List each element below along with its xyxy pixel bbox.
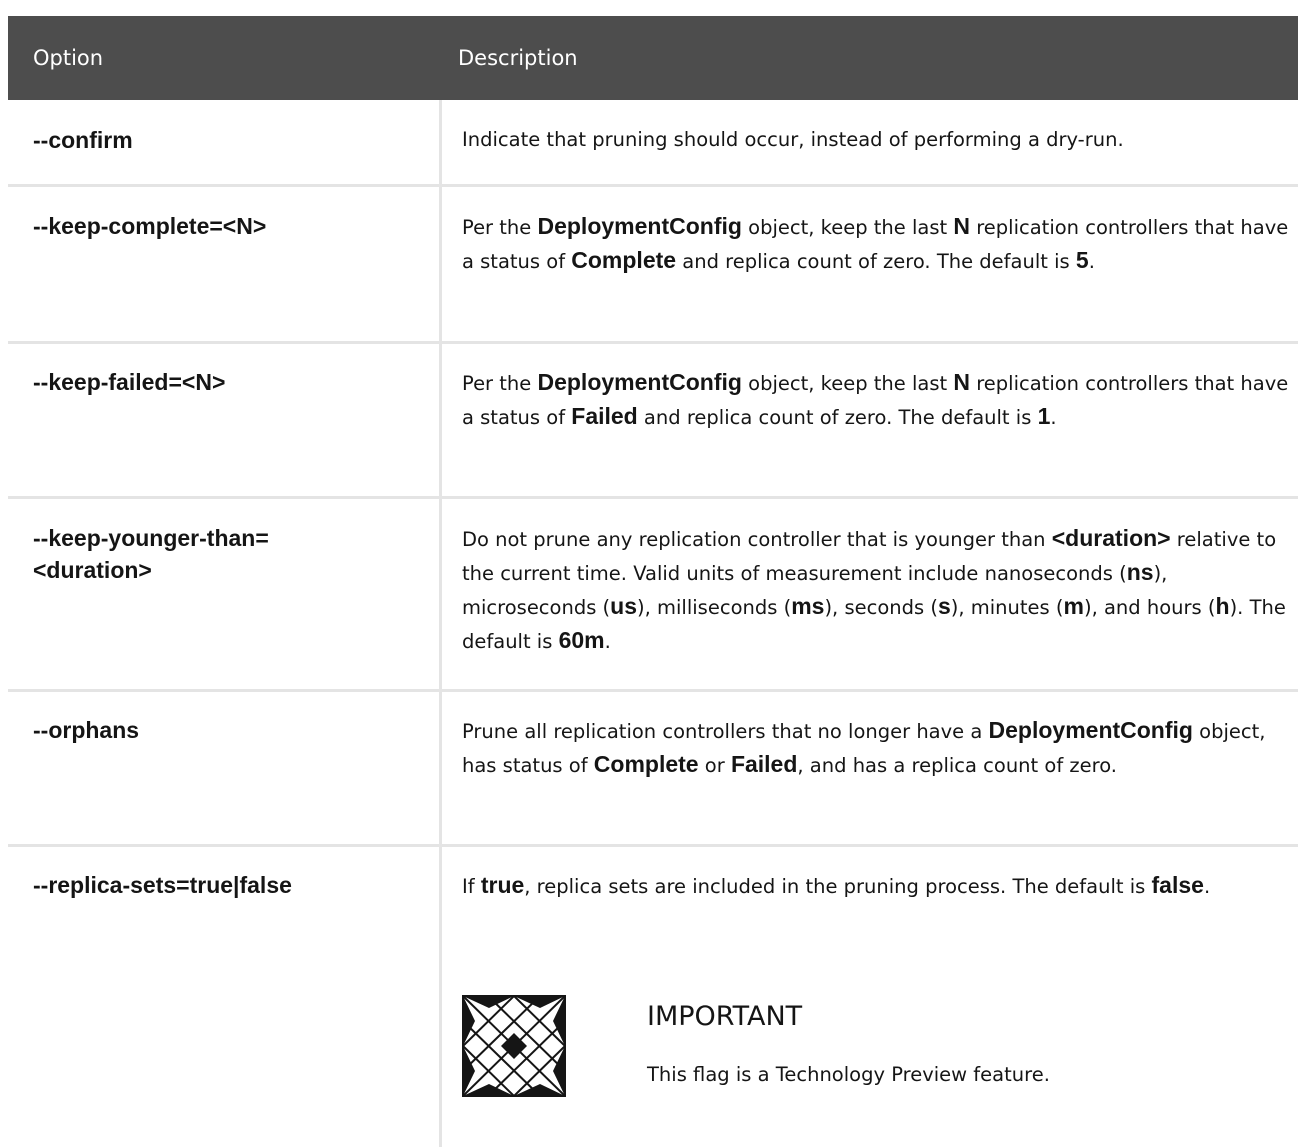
bold-term: 1: [1037, 403, 1051, 429]
description-cell: Indicate that pruning should occur, inst…: [462, 124, 1298, 156]
bold-term: h: [1215, 593, 1230, 619]
column-divider: [439, 499, 442, 689]
description-text: Indicate that pruning should occur, inst…: [462, 128, 1124, 151]
description-text: ), and hours (: [1083, 596, 1216, 619]
description-text: and replica count of zero. The default i…: [676, 250, 1076, 273]
bold-term: m: [1063, 593, 1084, 619]
bold-term: Complete: [571, 247, 677, 273]
bold-term: Complete: [593, 751, 699, 777]
bold-term: ms: [791, 593, 825, 619]
description-text: Per the: [462, 216, 538, 239]
option-cell: --replica-sets=true|false: [33, 872, 292, 898]
description-text: and replica count of zero. The default i…: [637, 406, 1038, 429]
bold-term: 60m: [558, 627, 605, 653]
table-row: --orphans Prune all replication controll…: [8, 692, 1298, 847]
description-cell: If true, replica sets are included in th…: [462, 869, 1298, 903]
description-cell: Per the DeploymentConfig object, keep th…: [462, 366, 1298, 434]
description-text: Prune all replication controllers that n…: [462, 720, 989, 743]
option-cell: --keep-younger-than=<duration>: [33, 525, 269, 583]
option-cell: --keep-failed=<N>: [33, 369, 226, 395]
description-text: .: [604, 630, 611, 653]
description-text: ), seconds (: [824, 596, 938, 619]
admonition-text: This flag is a Technology Preview featur…: [647, 1063, 1050, 1086]
bold-term: us: [610, 593, 638, 619]
description-text: Per the: [462, 372, 538, 395]
bold-term: true: [480, 872, 525, 898]
bold-term: Failed: [571, 403, 638, 429]
description-text: ), minutes (: [950, 596, 1064, 619]
table-row: --confirm Indicate that pruning should o…: [8, 100, 1298, 187]
table-row: --replica-sets=true|false If true, repli…: [8, 847, 1298, 1147]
bold-term: N: [953, 213, 970, 239]
option-cell: --confirm: [33, 127, 133, 153]
description-text: .: [1203, 875, 1211, 898]
bold-term: s: [937, 593, 951, 619]
description-text: Do not prune any replication controller …: [462, 528, 1052, 551]
bold-term: DeploymentConfig: [537, 213, 742, 239]
table-row: --keep-failed=<N> Per the DeploymentConf…: [8, 344, 1298, 499]
column-divider: [439, 847, 442, 1147]
important-admonition: IMPORTANT This flag is a Technology Prev…: [462, 995, 1262, 1105]
description-text: ), milliseconds (: [637, 596, 792, 619]
column-header-description: Description: [458, 46, 578, 70]
column-header-option: Option: [33, 46, 104, 70]
bold-term: DeploymentConfig: [537, 369, 742, 395]
description-text: , and has a replica count of zero.: [797, 754, 1117, 777]
admonition-title: IMPORTANT: [647, 1001, 803, 1032]
bold-term: <duration>: [1051, 525, 1171, 551]
table-row: --keep-younger-than=<duration> Do not pr…: [8, 499, 1298, 692]
column-divider: [439, 100, 442, 184]
description-cell: Per the DeploymentConfig object, keep th…: [462, 210, 1298, 278]
options-table: Option Description --confirm Indicate th…: [8, 16, 1298, 1147]
option-cell: --keep-complete=<N>: [33, 213, 267, 239]
important-icon: [462, 995, 566, 1097]
description-cell: Do not prune any replication controller …: [462, 522, 1298, 658]
table-header: Option Description: [8, 16, 1298, 100]
table-row: --keep-complete=<N> Per the DeploymentCo…: [8, 187, 1298, 344]
bold-term: 5: [1075, 247, 1089, 273]
description-text: .: [1050, 406, 1057, 429]
column-divider: [439, 692, 442, 844]
column-divider: [439, 344, 442, 496]
description-text: or: [698, 754, 731, 777]
description-text: , replica sets are included in the pruni…: [524, 875, 1152, 898]
bold-term: ns: [1126, 559, 1154, 585]
option-cell: --orphans: [33, 717, 140, 743]
bold-term: DeploymentConfig: [988, 717, 1193, 743]
description-cell: Prune all replication controllers that n…: [462, 714, 1298, 782]
description-text: .: [1088, 250, 1095, 273]
description-text: If: [462, 875, 481, 898]
bold-term: Failed: [730, 751, 798, 777]
column-divider: [439, 187, 442, 341]
description-text: object, keep the last: [741, 372, 954, 395]
bold-term: false: [1151, 872, 1204, 898]
bold-term: N: [953, 369, 970, 395]
description-text: object, keep the last: [741, 216, 954, 239]
